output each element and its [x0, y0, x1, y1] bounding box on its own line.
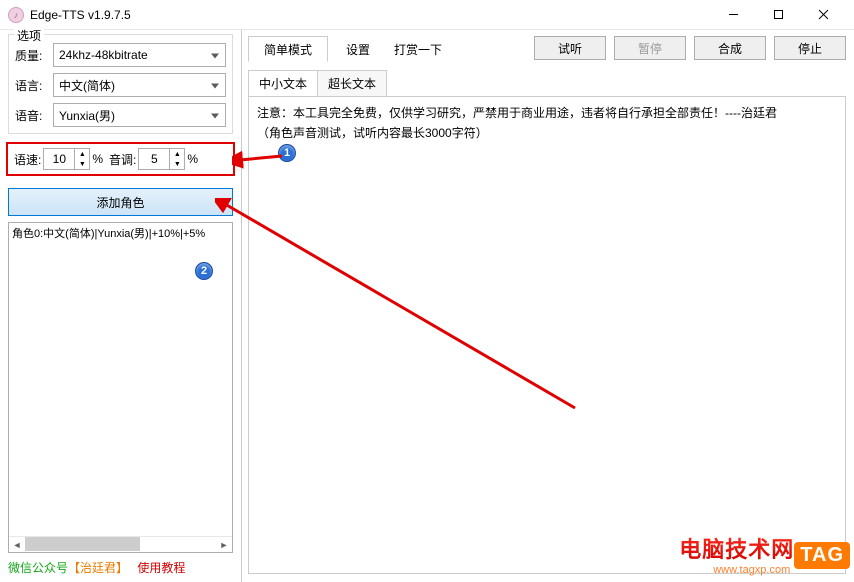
pitch-spinner[interactable]: ▲ ▼ — [138, 148, 185, 170]
button-label: 合成 — [718, 40, 742, 57]
text-line-2: （角色声音测试，试听内容最长3000字符） — [257, 123, 837, 143]
button-label: 停止 — [798, 40, 822, 57]
tab-label: 中小文本 — [259, 77, 307, 91]
tab-settings[interactable]: 设置 — [328, 36, 388, 62]
options-group: 选项 质量: 24khz-48kbitrate 语言: 中文(简体) 语音: Y… — [8, 34, 233, 134]
pitch-input[interactable] — [139, 152, 169, 166]
language-select[interactable]: 中文(简体) — [53, 73, 226, 97]
text-area[interactable]: 注意：本工具完全免费，仅供学习研究，严禁用于商业用途，违者将自行承担全部责任！-… — [248, 96, 846, 574]
speed-down-icon[interactable]: ▼ — [75, 159, 89, 169]
pause-button[interactable]: 暂停 — [614, 36, 686, 60]
pitch-label: 音调: — [107, 151, 138, 168]
stop-button[interactable]: 停止 — [774, 36, 846, 60]
scroll-track[interactable] — [25, 537, 216, 552]
watermark-url: www.tagxp.com — [713, 564, 790, 576]
scroll-thumb[interactable] — [25, 537, 140, 551]
text-line-1: 注意：本工具完全免费，仅供学习研究，严禁用于商业用途，违者将自行承担全部责任！-… — [257, 103, 837, 123]
window-title: Edge-TTS v1.9.7.5 — [30, 8, 711, 22]
app-icon: ♪ — [8, 7, 24, 23]
pitch-down-icon[interactable]: ▼ — [170, 159, 184, 169]
add-role-button[interactable]: 添加角色 — [8, 188, 233, 216]
right-panel: 简单模式 设置 打赏一下 试听 暂停 合成 停止 中小文本 超长文本 注意：本工… — [242, 30, 854, 582]
speed-up-icon[interactable]: ▲ — [75, 149, 89, 159]
tab-label: 设置 — [346, 41, 370, 58]
speed-input[interactable] — [44, 152, 74, 166]
tab-label: 简单模式 — [264, 41, 312, 58]
tutorial-link[interactable]: 使用教程 — [137, 561, 185, 575]
button-label: 暂停 — [638, 40, 662, 57]
watermark-text: 电脑技术网 — [679, 532, 794, 564]
button-label: 试听 — [558, 40, 582, 57]
minimize-button[interactable] — [711, 0, 756, 29]
quality-select[interactable]: 24khz-48kbitrate — [53, 43, 226, 67]
title-bar: ♪ Edge-TTS v1.9.7.5 — [0, 0, 854, 30]
pitch-unit: % — [185, 152, 202, 166]
tab-donate[interactable]: 打赏一下 — [388, 36, 448, 62]
voice-select[interactable]: Yunxia(男) — [53, 103, 226, 127]
left-panel: 选项 质量: 24khz-48kbitrate 语言: 中文(简体) 语音: Y… — [0, 30, 242, 582]
voice-label: 语音: — [15, 107, 53, 124]
main-layout: 选项 质量: 24khz-48kbitrate 语言: 中文(简体) 语音: Y… — [0, 30, 854, 582]
tab-long-text[interactable]: 超长文本 — [318, 71, 386, 96]
wechat-label: 微信公众号 — [8, 561, 68, 575]
speed-spinner[interactable]: ▲ ▼ — [43, 148, 90, 170]
language-value: 中文(简体) — [59, 77, 115, 94]
author-link[interactable]: 【治廷君】 — [68, 561, 128, 575]
action-bar: 简单模式 设置 打赏一下 试听 暂停 合成 停止 — [248, 36, 846, 66]
horizontal-scrollbar[interactable]: ◄ ► — [9, 536, 232, 552]
language-label: 语言: — [15, 77, 53, 94]
close-button[interactable] — [801, 0, 846, 29]
mode-tabs: 简单模式 设置 打赏一下 — [248, 36, 448, 62]
preview-button[interactable]: 试听 — [534, 36, 606, 60]
tab-label: 打赏一下 — [394, 41, 442, 58]
window-controls — [711, 0, 846, 29]
scroll-right-icon[interactable]: ► — [216, 537, 232, 552]
speed-pitch-row: 语速: ▲ ▼ % 音调: ▲ ▼ % — [6, 142, 235, 176]
footer-links: 微信公众号【治廷君】 使用教程 — [0, 553, 241, 582]
watermark: 电脑技术网 www.tagxp.com TAG — [679, 532, 850, 578]
speed-label: 语速: — [12, 151, 43, 168]
text-tabs: 中小文本 超长文本 — [248, 70, 387, 96]
text-content: 注意：本工具完全免费，仅供学习研究，严禁用于商业用途，违者将自行承担全部责任！-… — [257, 103, 837, 144]
quality-value: 24khz-48kbitrate — [59, 48, 148, 62]
tab-simple-mode[interactable]: 简单模式 — [248, 36, 328, 62]
add-role-label: 添加角色 — [96, 194, 144, 211]
voice-value: Yunxia(男) — [59, 107, 115, 124]
watermark-badge: TAG — [794, 542, 850, 569]
tab-label: 超长文本 — [328, 77, 376, 91]
callout-1: 1 — [278, 144, 296, 162]
tab-small-text[interactable]: 中小文本 — [249, 71, 318, 96]
callout-2: 2 — [195, 262, 213, 280]
options-group-title: 选项 — [14, 27, 44, 44]
synthesize-button[interactable]: 合成 — [694, 36, 766, 60]
speed-unit: % — [90, 152, 107, 166]
pitch-up-icon[interactable]: ▲ — [170, 149, 184, 159]
list-item[interactable]: 角色0:中文(简体)|Yunxia(男)|+10%|+5% — [9, 223, 232, 243]
maximize-button[interactable] — [756, 0, 801, 29]
quality-label: 质量: — [15, 47, 53, 64]
scroll-left-icon[interactable]: ◄ — [9, 537, 25, 552]
